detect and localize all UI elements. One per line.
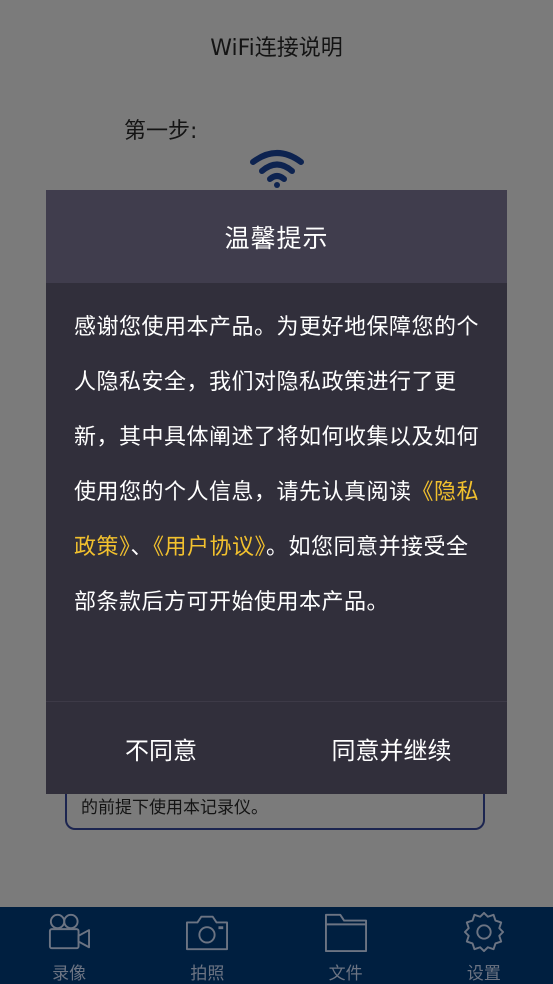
link-separator: 、 (130, 535, 154, 560)
nav-label-files: 文件 (328, 964, 363, 984)
agree-continue-button[interactable]: 同意并继续 (276, 702, 507, 795)
nav-item-photo[interactable]: 拍照 (138, 907, 276, 984)
dialog-footer: 不同意 同意并继续 (46, 701, 507, 795)
nav-item-record[interactable]: 录像 (0, 907, 138, 984)
nav-label-settings: 设置 (466, 964, 501, 984)
video-camera-icon (49, 913, 91, 950)
nav-label-photo: 拍照 (190, 964, 225, 984)
step-label: 第一步: (124, 119, 198, 144)
info-text: 的前提下使用本记录仪。 (81, 798, 268, 818)
dialog-body: 感谢您使用本产品。为更好地保障您的个人隐私安全，我们对隐私政策进行了更新，其中具… (74, 300, 484, 630)
wifi-icon (250, 150, 304, 188)
nav-label-record: 录像 (52, 964, 87, 984)
gear-icon (463, 911, 504, 953)
privacy-dialog: 温馨提示 感谢您使用本产品。为更好地保障您的个人隐私安全，我们对隐私政策进行了更… (46, 190, 507, 794)
page-title: WiFi连接说明 (210, 36, 343, 61)
nav-item-files[interactable]: 文件 (277, 907, 415, 984)
dialog-title: 温馨提示 (224, 223, 329, 253)
user-agreement-link[interactable]: 《用户协议》 (153, 535, 266, 560)
camera-icon (186, 915, 229, 951)
bottom-nav: 录像 拍照 文件 设置 (0, 907, 553, 984)
disagree-button[interactable]: 不同意 (46, 702, 276, 795)
folder-icon (324, 913, 367, 953)
dialog-header: 温馨提示 (46, 190, 507, 283)
nav-item-settings[interactable]: 设置 (415, 907, 553, 984)
dialog-body-text-1: 感谢您使用本产品。为更好地保障您的个人隐私安全，我们对隐私政策进行了更新，其中具… (74, 315, 480, 505)
